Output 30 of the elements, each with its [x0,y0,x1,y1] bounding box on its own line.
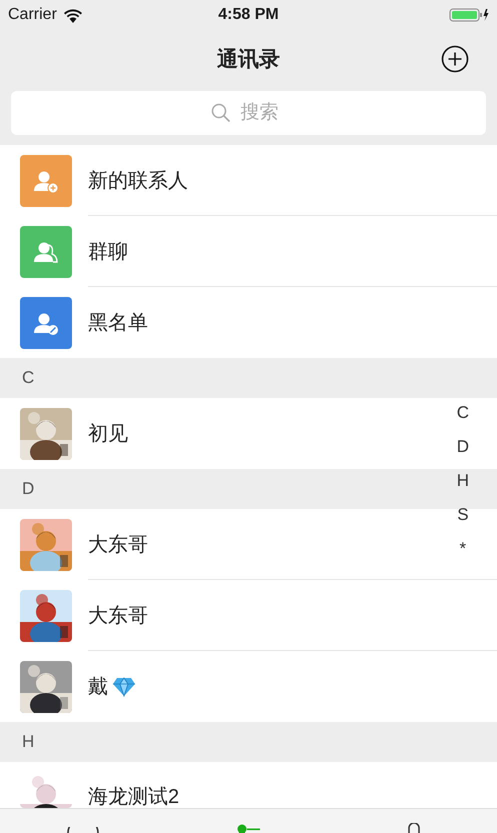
wifi-icon [62,8,83,22]
list-item[interactable]: 群聊 [0,216,497,287]
contact-name: 大东哥 [88,532,148,558]
nav-title: 通讯录 [217,47,280,73]
contact-name: 初见 [88,422,128,447]
index-letter[interactable]: C [456,396,469,430]
list-item[interactable]: 黑名单 [0,287,497,358]
list-item[interactable]: 新的联系人 [0,145,497,216]
contact-item[interactable]: 海龙测试2 [0,762,497,808]
carrier-label: Carrier [8,6,57,24]
list-label: 群聊 [88,240,128,264]
list-label: 黑名单 [88,311,148,336]
contact-item[interactable]: 大东哥 [0,580,497,651]
list-label: 新的联系人 [88,168,188,194]
battery-icon [449,7,489,23]
search-input[interactable]: 搜索 [238,101,286,125]
index-letter[interactable]: * [460,532,466,566]
section-header: D [22,479,34,499]
contact-name: 戴 [88,675,108,700]
contact-name: 海龙测试2 [88,785,180,808]
index-letter[interactable]: D [456,430,469,464]
section-header: C [22,368,34,388]
contact-item[interactable]: 戴 [0,651,497,722]
section-header: H [22,732,34,752]
search-field[interactable]: 搜索 [11,91,486,135]
clock-time: 4:58 PM [218,6,279,24]
add-button[interactable] [441,45,469,73]
search-icon [210,103,230,123]
contacts-icon[interactable] [236,824,262,833]
contact-name: 大东哥 [88,604,148,628]
